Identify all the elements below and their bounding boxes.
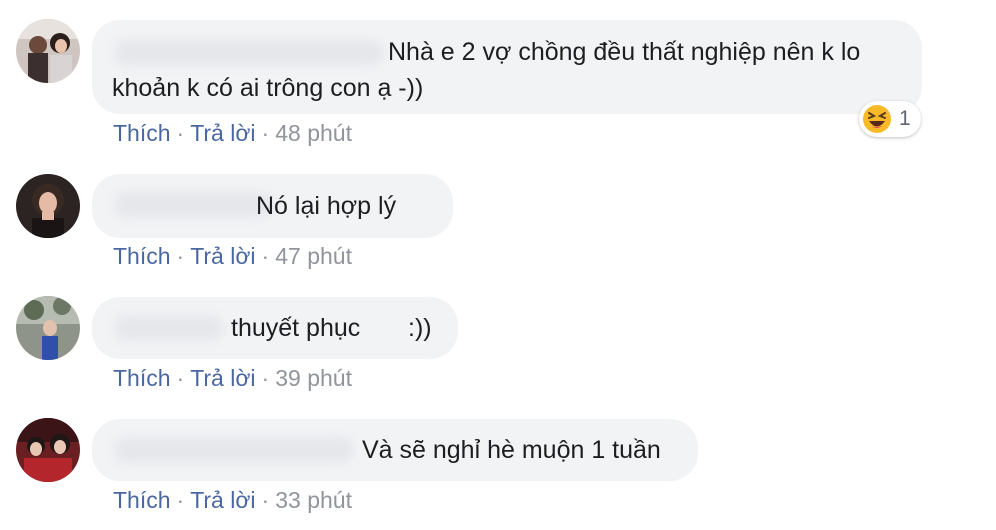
avatar[interactable] [16,19,80,83]
comment-text: thuyết phục [231,314,361,342]
timestamp[interactable]: 39 phút [275,365,352,391]
separator-dot: · [176,243,185,269]
comment-bubble: Và sẽ nghỉ hè muộn 1 tuần [92,419,698,481]
comment-actions: Thích · Trả lời · 48 phút [113,118,352,148]
author-name-blurred[interactable] [114,315,224,341]
comment-text: Nó lại hợp lý [256,192,397,220]
comment-thread: Nhà e 2 vợ chồng đều thất nghiệp nên k l… [0,0,996,530]
reply-link[interactable]: Trả lời [190,487,255,513]
avatar[interactable] [16,174,80,238]
timestamp[interactable]: 47 phút [275,243,352,269]
comment-bubble: Nhà e 2 vợ chồng đều thất nghiệp nên k l… [92,20,922,114]
author-name-blurred[interactable] [114,437,354,463]
separator-dot: · [261,365,270,391]
reply-link[interactable]: Trả lời [190,120,255,146]
separator-dot: · [261,120,270,146]
comment-bubble: Nó lại hợp lý [92,174,453,238]
avatar[interactable] [16,418,80,482]
comment-actions: Thích · Trả lời · 33 phút [113,485,352,515]
comment-text-emoticon: :)) [408,314,432,342]
like-link[interactable]: Thích [113,487,171,513]
laughing-emoji-icon [863,105,891,133]
author-name-blurred[interactable] [114,40,384,66]
separator-dot: · [176,487,185,513]
comment-bubble: thuyết phục :)) [92,297,458,359]
author-name-blurred[interactable] [114,192,274,218]
like-link[interactable]: Thích [113,365,171,391]
comment-text-line2: khoản k có ai trông con ạ -)) [112,74,424,102]
comment-actions: Thích · Trả lời · 47 phút [113,241,352,271]
avatar[interactable] [16,296,80,360]
timestamp[interactable]: 48 phút [275,120,352,146]
reply-link[interactable]: Trả lời [190,365,255,391]
timestamp[interactable]: 33 phút [275,487,352,513]
reply-link[interactable]: Trả lời [190,243,255,269]
separator-dot: · [261,487,270,513]
comment-text: Và sẽ nghỉ hè muộn 1 tuần [362,436,661,464]
separator-dot: · [261,243,270,269]
separator-dot: · [176,120,185,146]
like-link[interactable]: Thích [113,243,171,269]
reaction-count: 1 [899,107,911,130]
separator-dot: · [176,365,185,391]
comment-actions: Thích · Trả lời · 39 phút [113,363,352,393]
reaction-summary[interactable]: 1 [859,101,921,137]
comment-text-line1: Nhà e 2 vợ chồng đều thất nghiệp nên k l… [388,38,861,66]
like-link[interactable]: Thích [113,120,171,146]
